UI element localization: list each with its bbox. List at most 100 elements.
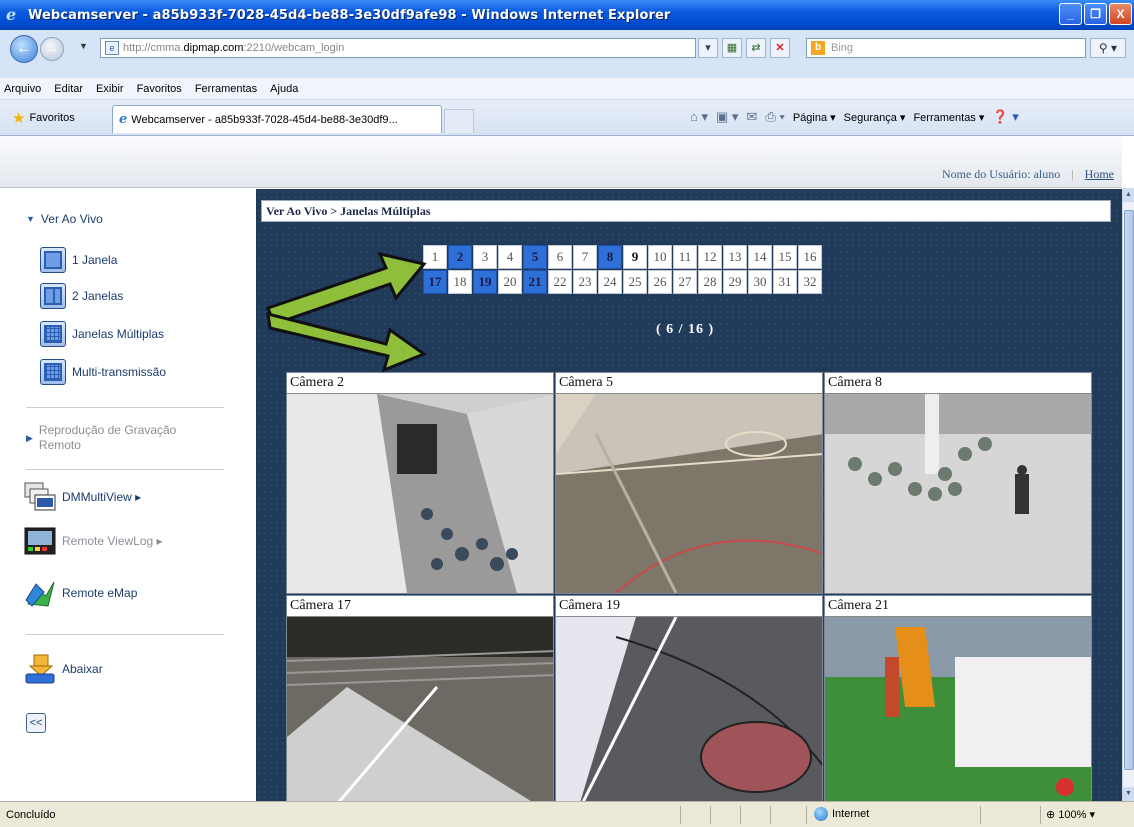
sidebar-item-1-janela[interactable]: 1 Janela <box>40 247 117 273</box>
camera-number-23[interactable]: 23 <box>573 270 597 294</box>
camera-number-15[interactable]: 15 <box>773 245 797 269</box>
menu-arquivo[interactable]: Arquivo <box>4 83 41 95</box>
help-icon[interactable]: ❓ ▾ <box>992 109 1018 125</box>
sidebar-item-janelas-multiplas[interactable]: Janelas Múltiplas <box>40 321 164 347</box>
scroll-down-icon[interactable]: ▼ <box>1123 787 1134 801</box>
menu-ajuda[interactable]: Ajuda <box>270 83 298 95</box>
internet-zone-icon <box>814 807 828 821</box>
sidebar-dmmultiview[interactable]: DMMultiView ▸ <box>24 482 141 512</box>
camera-number-30[interactable]: 30 <box>748 270 772 294</box>
camera-tile[interactable]: Câmera 19 <box>555 595 823 801</box>
mail-icon[interactable]: ✉ <box>746 109 757 125</box>
camera-number-10[interactable]: 10 <box>648 245 672 269</box>
camera-number-9[interactable]: 9 <box>623 245 647 269</box>
forward-button[interactable]: → <box>40 37 64 61</box>
multiview-icon <box>24 482 56 512</box>
tab-title: Webcamserver - a85b933f-7028-45d4-be88-3… <box>131 113 398 126</box>
search-input[interactable]: b Bing <box>806 38 1086 58</box>
camera-number-2[interactable]: 2 <box>448 245 472 269</box>
camera-number-3[interactable]: 3 <box>473 245 497 269</box>
feeds-icon[interactable]: ▣ ▾ <box>716 109 738 125</box>
camera-number-19[interactable]: 19 <box>473 270 497 294</box>
camera-feed <box>556 394 822 593</box>
status-bar: Concluído Internet ⊕ 100% ▾ <box>0 801 1134 827</box>
camera-tile[interactable]: Câmera 8 <box>824 372 1092 594</box>
camera-number-18[interactable]: 18 <box>448 270 472 294</box>
camera-title: Câmera 5 <box>556 373 822 394</box>
vertical-scrollbar[interactable]: ▲ ▼ <box>1122 188 1134 801</box>
camera-tile[interactable]: Câmera 17 <box>286 595 554 801</box>
url-prefix: http://cmma. <box>123 42 184 54</box>
camera-number-4[interactable]: 4 <box>498 245 522 269</box>
annotation-arrows <box>266 251 428 373</box>
camera-number-27[interactable]: 27 <box>673 270 697 294</box>
camera-number-12[interactable]: 12 <box>698 245 722 269</box>
menu-exibir[interactable]: Exibir <box>96 83 124 95</box>
camera-tile[interactable]: Câmera 2 <box>286 372 554 594</box>
camera-number-28[interactable]: 28 <box>698 270 722 294</box>
sidebar-remote-emap[interactable]: Remote eMap <box>24 578 137 608</box>
sidebar-item-multi-transmissao[interactable]: Multi-transmissão <box>40 359 166 385</box>
camera-number-11[interactable]: 11 <box>673 245 697 269</box>
search-icon[interactable]: ⚲ ▾ <box>1090 38 1126 58</box>
camera-tile[interactable]: Câmera 21 <box>824 595 1092 801</box>
camera-number-21[interactable]: 21 <box>523 270 547 294</box>
sidebar-live-view[interactable]: ▼ Ver Ao Vivo <box>26 212 103 226</box>
minimize-button[interactable]: _ <box>1059 3 1082 25</box>
camera-number-24[interactable]: 24 <box>598 270 622 294</box>
sidebar-item-2-janelas[interactable]: 2 Janelas <box>40 283 123 309</box>
home-link[interactable]: Home <box>1085 167 1114 181</box>
page-menu[interactable]: Página ▾ <box>793 111 836 124</box>
security-menu[interactable]: Segurança ▾ <box>844 111 906 124</box>
camera-number-5[interactable]: 5 <box>523 245 547 269</box>
sidebar-remote-viewlog[interactable]: Remote ViewLog ▸ <box>24 526 163 556</box>
scrollbar-thumb[interactable] <box>1124 210 1134 770</box>
print-icon[interactable]: ⎙ ▾ <box>765 109 784 125</box>
status-text: Concluído <box>6 808 56 821</box>
new-tab-button[interactable] <box>444 109 474 133</box>
maximize-button[interactable]: ❐ <box>1084 3 1107 25</box>
viewlog-icon <box>24 526 56 556</box>
camera-number-32[interactable]: 32 <box>798 270 822 294</box>
camera-number-7[interactable]: 7 <box>573 245 597 269</box>
window-title-bar: e Webcamserver - a85b933f-7028-45d4-be88… <box>0 0 1134 30</box>
collapse-sidebar-button[interactable]: << <box>26 713 46 733</box>
menu-editar[interactable]: Editar <box>54 83 83 95</box>
camera-number-26[interactable]: 26 <box>648 270 672 294</box>
stop-icon[interactable]: ✕ <box>770 38 790 58</box>
camera-number-8[interactable]: 8 <box>598 245 622 269</box>
back-button[interactable]: ← <box>10 35 38 63</box>
camera-number-25[interactable]: 25 <box>623 270 647 294</box>
camera-number-20[interactable]: 20 <box>498 270 522 294</box>
web-page: Nome do Usuário: aluno | Home ▼ Ver Ao V… <box>0 136 1134 801</box>
compat-view-icon[interactable]: ▦ <box>722 38 742 58</box>
url-input[interactable]: e http://cmma.dipmap.com:2210/webcam_log… <box>100 38 696 58</box>
menu-ferramentas[interactable]: Ferramentas <box>195 83 257 95</box>
camera-number-13[interactable]: 13 <box>723 245 747 269</box>
refresh-icon[interactable]: ⇄ <box>746 38 766 58</box>
tools-menu[interactable]: Ferramentas ▾ <box>913 111 984 124</box>
camera-feed <box>825 394 1091 593</box>
camera-feed <box>287 394 553 593</box>
url-dropdown-icon[interactable]: ▾ <box>698 38 718 58</box>
camera-number-22[interactable]: 22 <box>548 270 572 294</box>
history-dropdown-icon[interactable]: ▼ <box>79 41 88 51</box>
camera-number-31[interactable]: 31 <box>773 270 797 294</box>
browser-tab[interactable]: e Webcamserver - a85b933f-7028-45d4-be88… <box>112 105 442 133</box>
zoom-level[interactable]: ⊕ 100% ▾ <box>1046 808 1095 821</box>
sidebar-download[interactable]: Abaixar <box>24 654 103 684</box>
address-bar: ← → ▼ e http://cmma.dipmap.com:2210/webc… <box>0 30 1134 78</box>
scroll-up-icon[interactable]: ▲ <box>1123 188 1134 202</box>
home-icon[interactable]: ⌂ ▾ <box>690 109 708 125</box>
camera-number-14[interactable]: 14 <box>748 245 772 269</box>
zone-label: Internet <box>832 808 870 820</box>
favorites-button[interactable]: ★ Favoritos <box>12 109 75 127</box>
camera-number-6[interactable]: 6 <box>548 245 572 269</box>
camera-tile[interactable]: Câmera 5 <box>555 372 823 594</box>
sidebar-remote-playback[interactable]: ▶ Reprodução de Gravação Remoto <box>26 423 199 453</box>
close-button[interactable]: X <box>1109 3 1132 25</box>
camera-number-29[interactable]: 29 <box>723 270 747 294</box>
camera-number-16[interactable]: 16 <box>798 245 822 269</box>
menu-favoritos[interactable]: Favoritos <box>137 83 182 95</box>
url-suffix: :2210/webcam_login <box>243 42 345 54</box>
